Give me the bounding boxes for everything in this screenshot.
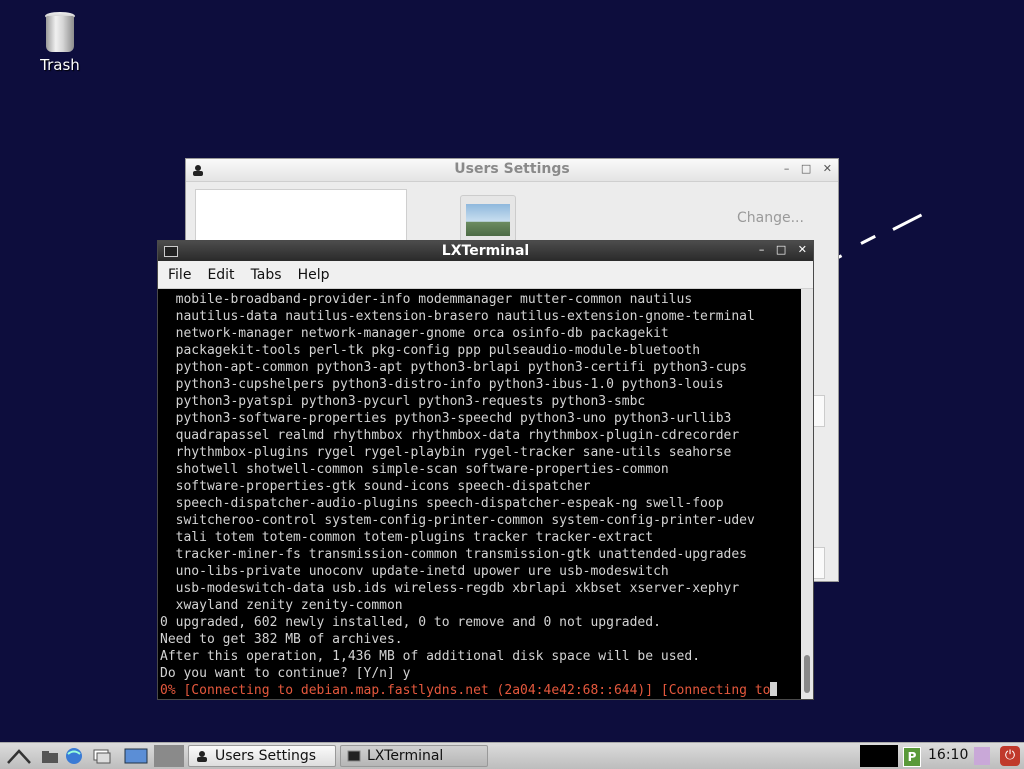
lxterminal-titlebar[interactable]: LXTerminal – □ ✕ — [158, 241, 813, 261]
users-settings-button-edge — [814, 547, 825, 579]
desktop-pager-icon[interactable] — [124, 747, 148, 765]
web-browser-icon[interactable] — [64, 747, 84, 765]
terminal-line: 0 upgraded, 602 newly installed, 0 to re… — [160, 615, 661, 630]
terminal-line: packagekit-tools perl-tk pkg-config ppp … — [160, 343, 701, 358]
terminal-menubar: File Edit Tabs Help — [158, 261, 813, 289]
terminal-line: software-properties-gtk sound-icons spee… — [160, 479, 591, 494]
tray-p-icon[interactable]: P — [903, 747, 921, 767]
menu-help[interactable]: Help — [290, 267, 338, 283]
user-icon — [197, 751, 207, 762]
users-settings-titlebar[interactable]: Users Settings – □ ✕ — [186, 159, 838, 182]
terminal-line: After this operation, 1,436 MB of additi… — [160, 649, 701, 664]
maximize-button[interactable]: □ — [801, 162, 811, 175]
terminal-line: xwayland zenity zenity-common — [160, 598, 403, 613]
task-lxterminal[interactable]: LXTerminal — [340, 745, 488, 767]
maximize-button[interactable]: □ — [776, 243, 786, 256]
terminal-line: quadrapassel realmd rhythmbox rhythmbox-… — [160, 428, 740, 443]
wallpaper-dash — [860, 234, 876, 245]
terminal-line: Need to get 382 MB of archives. — [160, 632, 403, 647]
terminal-output[interactable]: mobile-broadband-provider-info modemmana… — [158, 289, 801, 699]
terminal-line: shotwell shotwell-common simple-scan sof… — [160, 462, 669, 477]
scrollbar-thumb[interactable] — [804, 655, 810, 693]
terminal-line: tracker-miner-fs transmission-common tra… — [160, 547, 747, 562]
terminal-line: speech-dispatcher-audio-plugins speech-d… — [160, 496, 724, 511]
terminal-progress-line: 0% [Connecting to debian.map.fastlydns.n… — [160, 683, 771, 698]
change-button[interactable]: Change... — [737, 210, 804, 226]
trash-desktop-icon[interactable]: Trash — [30, 12, 90, 74]
users-settings-field-edge — [814, 395, 825, 427]
task-label: LXTerminal — [367, 748, 444, 764]
terminal-icon — [347, 750, 361, 762]
taskbar: Users Settings LXTerminal P 16:10 ⏻ — [0, 742, 1024, 769]
wallpaper-dash — [892, 213, 923, 231]
terminal-line: python3-software-properties python3-spee… — [160, 411, 732, 426]
file-manager-icon[interactable] — [40, 747, 60, 765]
minimize-button[interactable]: – — [784, 162, 790, 175]
terminal-line: Do you want to continue? [Y/n] y — [160, 666, 411, 681]
menu-file[interactable]: File — [160, 267, 199, 283]
lxterminal-window: LXTerminal – □ ✕ File Edit Tabs Help mob… — [157, 240, 814, 700]
minimize-all-windows-icon[interactable] — [92, 747, 112, 765]
lxterminal-title: LXTerminal — [441, 243, 530, 259]
terminal-line: switcheroo-control system-config-printer… — [160, 513, 755, 528]
close-button[interactable]: ✕ — [823, 162, 832, 175]
avatar-image — [466, 204, 510, 236]
trash-icon — [45, 12, 75, 52]
terminal-scrollbar[interactable] — [801, 289, 813, 699]
terminal-line: uno-libs-private unoconv update-inetd up… — [160, 564, 669, 579]
terminal-line: nautilus-data nautilus-extension-brasero… — [160, 309, 755, 324]
terminal-line: tali totem totem-common totem-plugins tr… — [160, 530, 654, 545]
power-icon[interactable]: ⏻ — [1000, 746, 1020, 766]
task-label: Users Settings — [215, 748, 317, 764]
desktop-pager[interactable] — [154, 745, 184, 767]
terminal-line: mobile-broadband-provider-info modemmana… — [160, 292, 693, 307]
terminal-line: network-manager network-manager-gnome or… — [160, 326, 669, 341]
terminal-line: usb-modeswitch-data usb.ids wireless-reg… — [160, 581, 740, 596]
terminal-line: python3-pyatspi python3-pycurl python3-r… — [160, 394, 646, 409]
lock-screen-icon[interactable] — [974, 747, 990, 765]
menu-tabs[interactable]: Tabs — [243, 267, 290, 283]
clock[interactable]: 16:10 — [928, 747, 968, 763]
lxde-menu-icon[interactable] — [6, 747, 32, 765]
users-settings-title: Users Settings — [454, 161, 570, 177]
minimize-button[interactable]: – — [759, 243, 765, 256]
cpu-monitor — [860, 745, 898, 767]
terminal-cursor — [770, 682, 778, 696]
terminal-line: python-apt-common python3-apt python3-br… — [160, 360, 747, 375]
task-users-settings[interactable]: Users Settings — [188, 745, 336, 767]
terminal-line: rhythmbox-plugins rygel rygel-playbin ry… — [160, 445, 732, 460]
terminal-line: python3-cupshelpers python3-distro-info … — [160, 377, 724, 392]
trash-label: Trash — [40, 56, 80, 74]
close-button[interactable]: ✕ — [798, 243, 807, 256]
menu-edit[interactable]: Edit — [199, 267, 242, 283]
